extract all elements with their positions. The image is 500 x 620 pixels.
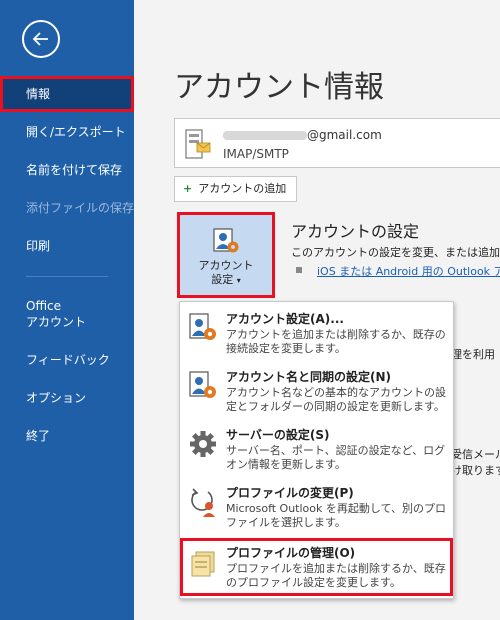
plus-icon: + <box>183 182 193 195</box>
menu-item-title: プロファイルの管理(O) <box>226 546 356 560</box>
profile-manage-icon <box>191 551 215 577</box>
account-settings-icon <box>213 228 239 253</box>
obscured-text-2: 受信メール <box>451 448 500 461</box>
add-account-button[interactable]: + アカウントの追加 <box>174 176 297 202</box>
tile-label-line1: アカウント <box>198 259 254 272</box>
menu-item-description: アカウントを追加または削除するか、既存の接続設定を変更します。 <box>226 328 446 355</box>
sidebar-item-save-attachments: 添付ファイルの保存 <box>26 201 135 215</box>
obscured-text-1: 理を利用 <box>451 348 495 361</box>
mail-account-icon <box>185 129 211 159</box>
sidebar-item-save-as[interactable]: 名前を付けて保存 <box>0 162 134 178</box>
menu-item-title: サーバーの設定(S) <box>226 428 330 442</box>
sidebar-item-print[interactable]: 印刷 <box>0 238 134 254</box>
gear-icon <box>190 431 216 457</box>
back-button[interactable] <box>22 20 60 58</box>
menu-item-description: サーバー名、ポート、認証の設定など、ログオン情報を更新します。 <box>226 444 446 471</box>
redacted-username <box>223 131 307 140</box>
menu-item-title: アカウント名と同期の設定(N) <box>226 370 392 384</box>
mobile-app-link[interactable]: iOS または Android 用の Outlook ア <box>317 263 500 279</box>
menu-item-description: Microsoft Outlook を再起動して、別のプロファイルを選択します。 <box>226 502 447 529</box>
profile-change-icon <box>191 488 215 517</box>
sidebar-divider <box>26 276 108 277</box>
account-selector[interactable]: @gmail.com IMAP/SMTP <box>174 118 500 168</box>
account-settings-heading: アカウントの設定 <box>291 222 420 241</box>
menu-item-description: プロファイルを追加または削除するか、既存のプロファイル設定を変更します。 <box>226 562 446 589</box>
menu-item-title: プロファイルの変更(P) <box>226 486 354 500</box>
sidebar-item-feedback[interactable]: フィードバック <box>0 352 134 368</box>
account-settings-button[interactable]: アカウント 設定 ▾ <box>177 212 275 298</box>
menu-item-description: アカウント名などの基本的なアカウントの設定とフォルダーの同期の設定を更新します。 <box>226 386 446 413</box>
account-settings-label: アカウント 設定 ▾ <box>180 259 272 288</box>
account-settings-icon <box>189 371 216 398</box>
menu-item-change-profile[interactable]: プロファイルの変更(P) Microsoft Outlook を再起動して、別の… <box>180 478 453 536</box>
bullet-icon <box>296 267 302 273</box>
sidebar-item-options[interactable]: オプション <box>0 390 134 406</box>
sidebar-item-office-account[interactable]: Office アカウント <box>0 298 134 330</box>
sidebar: 情報 開く/エクスポート 名前を付けて保存 添付ファイルの保存 印刷 Offic… <box>0 0 134 620</box>
menu-item-manage-profiles[interactable]: プロファイルの管理(O) プロファイルを追加または削除するか、既存のプロファイル… <box>180 538 453 596</box>
dropdown-arrow-icon: ▾ <box>236 276 241 285</box>
menu-item-title: アカウント設定(A)... <box>226 312 344 326</box>
sidebar-item-info[interactable]: 情報 <box>0 76 134 112</box>
back-arrow-icon <box>32 32 48 46</box>
page-title: アカウント情報 <box>174 70 384 105</box>
account-settings-icon <box>189 313 216 340</box>
menu-item-account-settings[interactable]: アカウント設定(A)... アカウントを追加または削除するか、既存の接続設定を変… <box>180 304 453 362</box>
account-email: @gmail.com <box>223 128 382 142</box>
sidebar-item-open-export[interactable]: 開く/エクスポート <box>0 124 134 140</box>
account-email-domain: @gmail.com <box>307 128 382 142</box>
add-account-label: アカウントの追加 <box>198 182 287 195</box>
tile-label-line2: 設定 ▾ <box>211 273 241 286</box>
obscured-text-3: け取ります <box>451 464 500 477</box>
menu-item-server-settings[interactable]: サーバーの設定(S) サーバー名、ポート、認証の設定など、ログオン情報を更新しま… <box>180 420 453 478</box>
sidebar-item-exit[interactable]: 終了 <box>0 428 134 444</box>
menu-item-account-name-sync[interactable]: アカウント名と同期の設定(N) アカウント名などの基本的なアカウントの設定とフォ… <box>180 362 453 420</box>
account-type: IMAP/SMTP <box>223 147 289 161</box>
account-settings-description: このアカウントの設定を変更、または追加の接 <box>291 246 500 259</box>
account-settings-menu: アカウント設定(A)... アカウントを追加または削除するか、既存の接続設定を変… <box>179 301 454 599</box>
